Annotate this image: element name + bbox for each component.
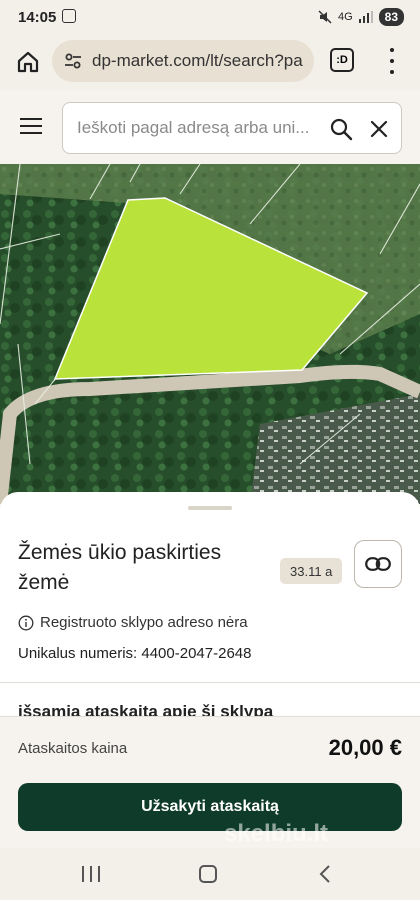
order-panel: Ataskaitos kaina 20,00 € Užsakyti ataska…: [0, 716, 420, 848]
search-box: [62, 102, 402, 154]
signal-icon: [358, 11, 373, 23]
browser-toolbar: dp-market.com/lt/search?pa :D: [0, 36, 420, 90]
extension-icon[interactable]: :D: [330, 48, 354, 72]
address-note: Registruoto sklypo adreso nėra: [40, 614, 248, 631]
screenshot-icon: [62, 9, 76, 23]
divider: [0, 682, 420, 683]
back-icon[interactable]: [318, 864, 332, 884]
network-label: 4G: [337, 11, 353, 23]
satellite-map[interactable]: [0, 164, 420, 504]
search-icon[interactable]: [329, 117, 353, 141]
system-nav-bar: [0, 848, 420, 900]
area-badge: 33.11 a: [280, 558, 343, 584]
close-icon[interactable]: [369, 119, 389, 139]
screen: 14:05 4G 83 dp-market.com/lt/search?pa :…: [0, 0, 420, 900]
status-time: 14:05: [18, 9, 57, 26]
more-vertical-icon[interactable]: [386, 48, 398, 74]
site-settings-icon[interactable]: [62, 50, 84, 72]
address-row: Registruoto sklypo adreso nėra: [18, 614, 248, 631]
home-icon[interactable]: [14, 48, 42, 76]
link-icon: [365, 557, 391, 571]
map-view[interactable]: [0, 164, 420, 504]
status-right: 4G 83: [318, 8, 404, 26]
info-icon: [18, 615, 34, 630]
parcel-title: Žemės ūkio paskirties žemė: [18, 541, 222, 594]
search-input[interactable]: [77, 103, 323, 153]
mute-icon: [318, 10, 332, 24]
parcel-details-sheet: Žemės ūkio paskirties žemė 33.11 a Regis…: [0, 492, 420, 718]
price-value: 20,00 €: [328, 735, 402, 760]
price-label: Ataskaitos kaina: [18, 740, 128, 757]
unique-number: Unikalus numeris: 4400-2047-2648: [18, 645, 252, 662]
home-nav-icon[interactable]: [199, 865, 217, 883]
address-bar[interactable]: dp-market.com/lt/search?pa: [52, 40, 314, 82]
order-report-button[interactable]: Užsakyti ataskaitą: [18, 783, 402, 831]
status-bar: 14:05 4G 83: [0, 0, 420, 36]
copy-link-button[interactable]: [354, 540, 402, 588]
url-text[interactable]: dp-market.com/lt/search?pa: [92, 51, 303, 71]
battery-level: 83: [378, 8, 404, 26]
sheet-handle[interactable]: [188, 506, 232, 510]
menu-icon[interactable]: [20, 118, 42, 134]
site-header: [0, 90, 420, 164]
recents-icon[interactable]: [82, 866, 100, 882]
